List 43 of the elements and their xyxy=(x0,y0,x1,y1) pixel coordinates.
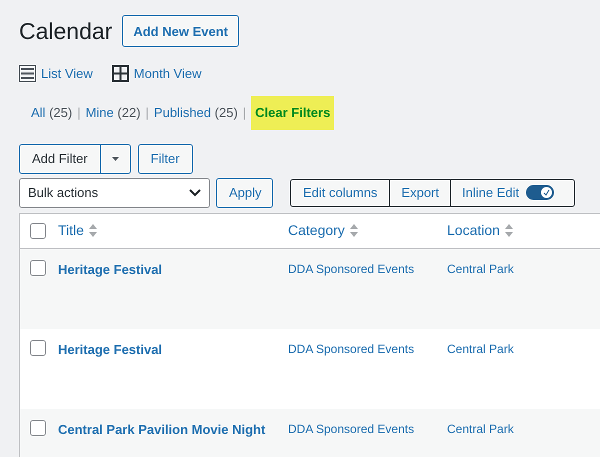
clear-filters-link[interactable]: Clear Filters xyxy=(251,96,334,130)
view-link[interactable]: Month View xyxy=(112,64,202,83)
sort-icon[interactable] xyxy=(88,224,97,237)
toggle-switch[interactable] xyxy=(526,185,554,200)
page-title: Calendar xyxy=(19,17,112,46)
category-link[interactable]: DDA Sponsored Events xyxy=(288,420,447,438)
event-title-link[interactable]: Heritage Festival xyxy=(58,260,288,279)
export-button[interactable]: Export xyxy=(390,180,451,206)
add-new-event-button[interactable]: Add New Event xyxy=(122,15,239,48)
list-icon xyxy=(19,64,36,82)
checkbox[interactable] xyxy=(30,340,46,356)
caret-icon xyxy=(112,156,119,160)
filter-link[interactable]: Mine (22) xyxy=(86,103,141,122)
checkbox[interactable] xyxy=(30,420,46,436)
chevron-down-icon xyxy=(189,188,201,196)
category-link[interactable]: DDA Sponsored Events xyxy=(288,260,447,278)
check-icon xyxy=(543,189,550,196)
column-header[interactable]: Location xyxy=(447,220,513,241)
filter-link[interactable]: Published (25) xyxy=(154,103,238,122)
checkbox[interactable] xyxy=(30,260,46,276)
view-link[interactable]: List View xyxy=(19,64,93,83)
category-link[interactable]: DDA Sponsored Events xyxy=(288,340,447,358)
separator: | xyxy=(77,104,81,122)
event-title-link[interactable]: Central Park Pavilion Movie Night xyxy=(58,420,288,439)
location-link[interactable]: Central Park xyxy=(447,420,514,438)
grid-icon xyxy=(112,64,129,82)
sort-icon[interactable] xyxy=(350,224,358,237)
column-header[interactable]: Category xyxy=(288,220,447,241)
location-link[interactable]: Central Park xyxy=(447,340,514,358)
inline-edit-button[interactable]: Inline Edit xyxy=(451,180,574,206)
event-title-link[interactable]: Heritage Festival xyxy=(58,340,288,359)
separator: | xyxy=(146,104,149,122)
add-filter-button[interactable]: Add Filter xyxy=(20,144,101,172)
separator: | xyxy=(242,104,246,122)
checkbox[interactable] xyxy=(30,222,46,238)
filter-link[interactable]: All (25) xyxy=(31,103,72,122)
bulk-actions-select[interactable]: Bulk actions xyxy=(19,178,210,208)
location-link[interactable]: Central Park xyxy=(447,260,514,278)
filter-button[interactable]: Filter xyxy=(138,144,193,174)
apply-button[interactable]: Apply xyxy=(216,178,273,208)
column-header[interactable]: Title xyxy=(58,220,288,241)
edit-columns-button[interactable]: Edit columns xyxy=(291,180,390,206)
sort-icon[interactable] xyxy=(504,224,513,237)
